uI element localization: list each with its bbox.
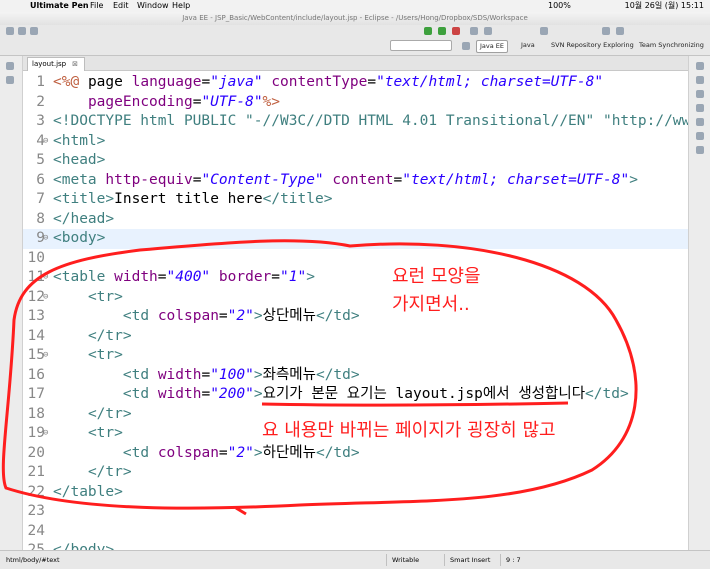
red-outline-tail [235, 506, 247, 516]
status-insert-mode: Smart Insert [450, 556, 491, 564]
annotation-note1-line2: 가지면서.. [392, 294, 470, 315]
annotation-note1-line1: 요런 모양을 [392, 266, 481, 287]
status-divider [386, 554, 387, 566]
red-outline-stroke [1, 239, 638, 510]
status-cursor-position: 9 : 7 [506, 556, 521, 564]
status-bar: html/body/#text Writable Smart Insert 9 … [0, 550, 710, 569]
red-underline-stroke [261, 401, 569, 407]
status-divider [444, 554, 445, 566]
annotation-note2: 요 내용만 바뀌는 페이지가 굉장히 많고 [262, 420, 556, 441]
annotation-overlay [1, 239, 638, 516]
status-writable: Writable [392, 556, 420, 564]
status-path: html/body/#text [6, 556, 60, 564]
status-divider [500, 554, 501, 566]
